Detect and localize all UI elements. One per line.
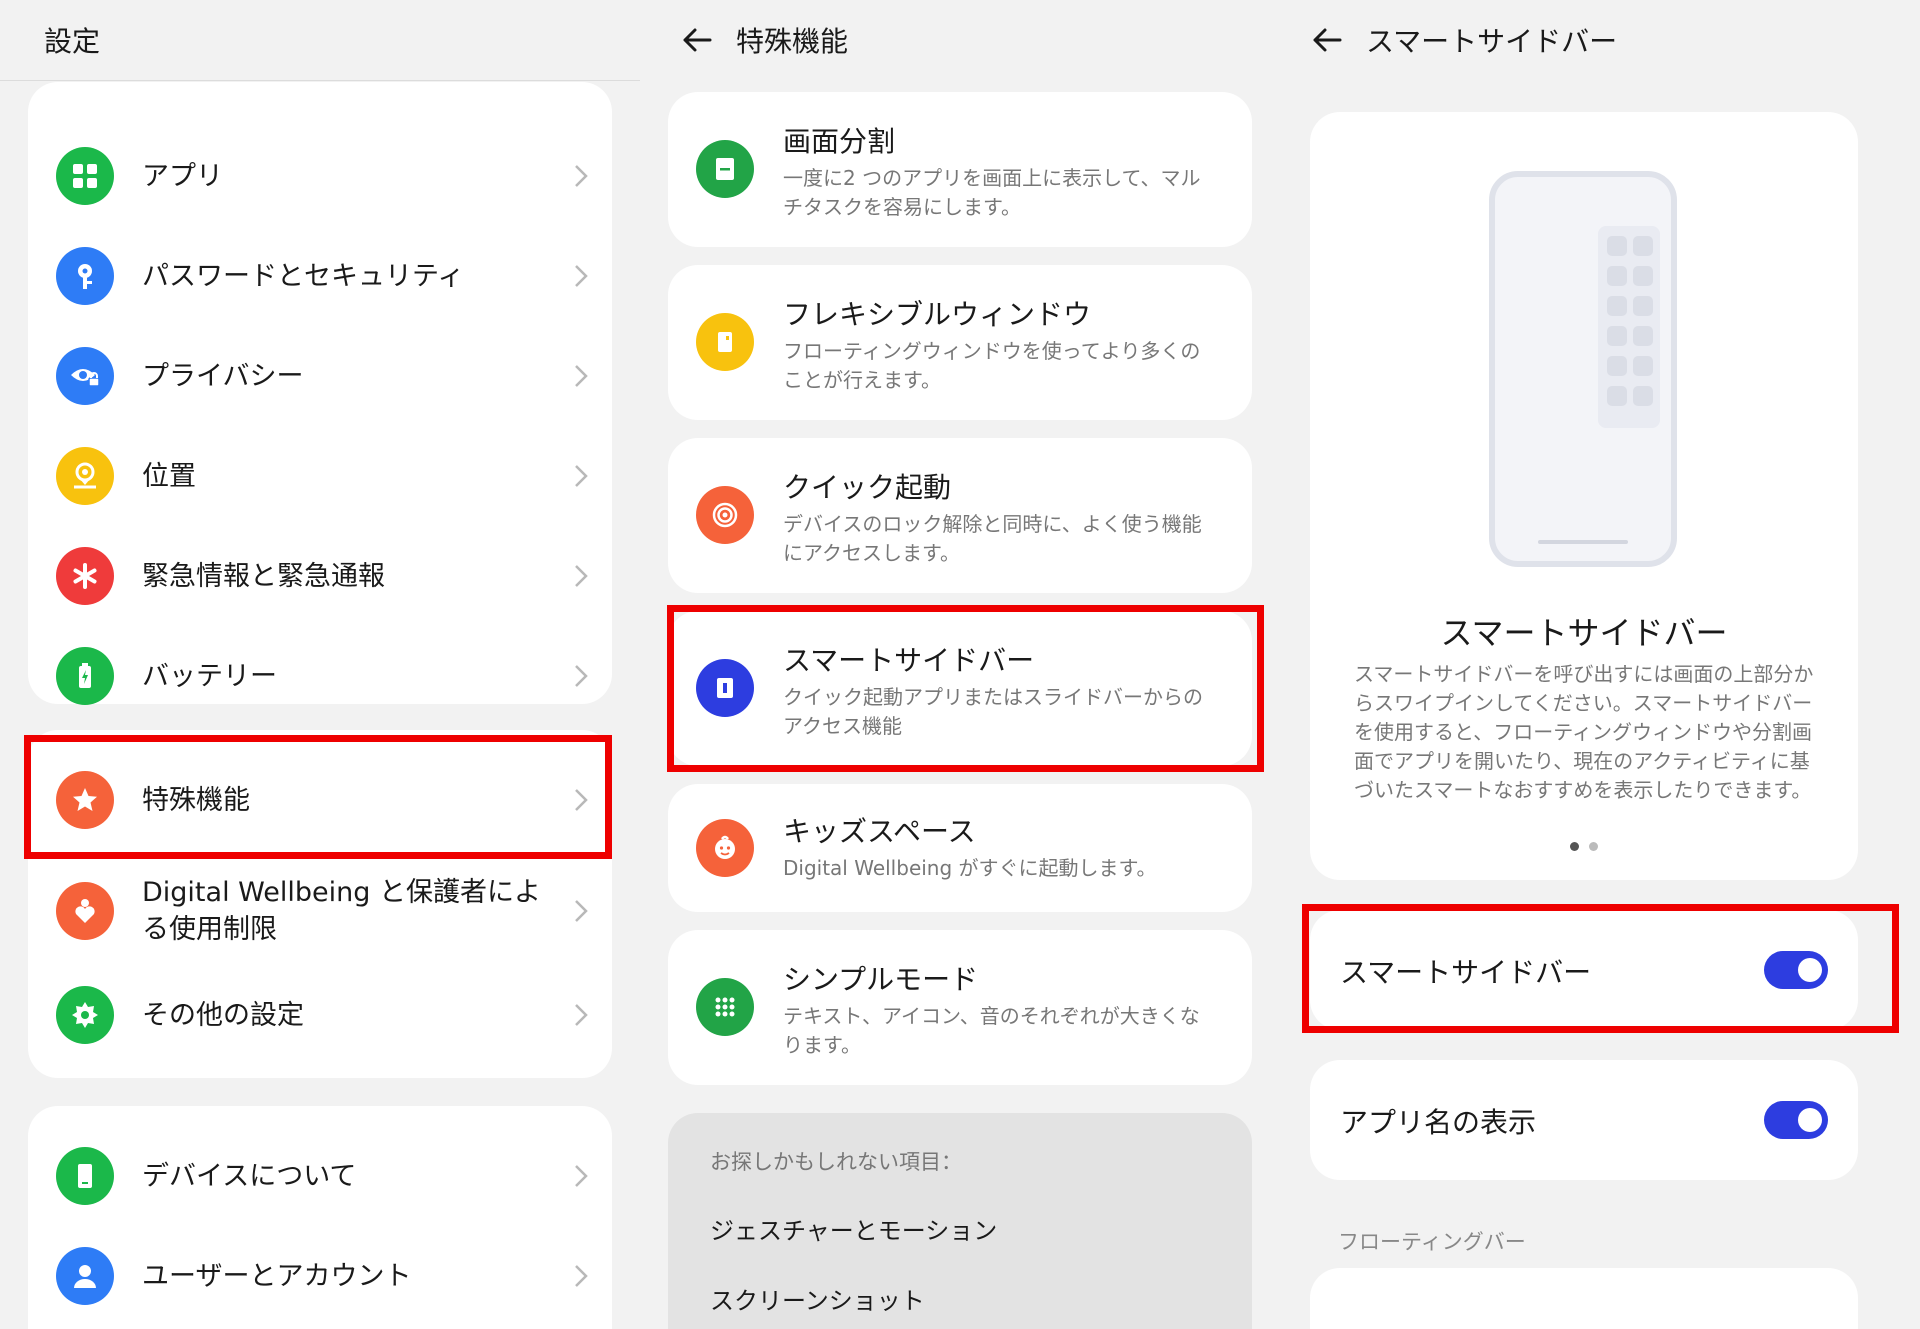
gear-icon <box>56 986 114 1044</box>
settings-header: 設定 <box>0 0 640 81</box>
settings-item-label: アプリ <box>142 160 223 192</box>
settings-item-label: Digital Wellbeing と保護者による使用制限 <box>142 877 541 945</box>
settings-group-main: アプリ パスワードとセキュリティ プライバシー 位置 緊急情報と緊急通報 バッテ… <box>28 82 612 705</box>
key-icon <box>56 247 114 305</box>
chevron-right-icon <box>575 565 588 587</box>
settings-item-label: デバイスについて <box>142 1160 357 1192</box>
chevron-right-icon <box>575 665 588 687</box>
chevron-right-icon <box>575 1265 588 1287</box>
settings-item-privacy[interactable]: プライバシー <box>28 326 612 426</box>
settings-panel: 設定 アプリ パスワードとセキュリティ プライバシー 位置 緊急情報と緊急通報 … <box>0 0 640 1329</box>
chevron-right-icon <box>575 1165 588 1187</box>
feature-description: デバイスのロック解除と同時に、よく使う機能にアクセスします。 <box>783 512 1202 565</box>
feature-description: 一度に2 つのアプリを画面上に表示して、マルチタスクを容易にします。 <box>783 166 1201 219</box>
split-screen-icon <box>696 140 754 198</box>
special-features-header: 特殊機能 <box>640 0 1280 80</box>
back-arrow-icon[interactable] <box>1310 23 1344 57</box>
settings-item-label: 緊急情報と緊急通報 <box>142 560 385 592</box>
settings-group-device: デバイスについて ユーザーとアカウント <box>28 1106 612 1329</box>
dots-grid-icon <box>696 978 754 1036</box>
feature-title: 画面分割 <box>783 125 896 158</box>
highlight-box-smart-sidebar <box>667 605 1264 772</box>
suggestions-heading: お探しかもしれない項目： <box>710 1150 962 1174</box>
chevron-right-icon <box>575 265 588 287</box>
hero-title: スマートサイドバー <box>1440 614 1728 652</box>
feature-description: テキスト、アイコン、音のそれぞれが大きくなります。 <box>783 1004 1200 1057</box>
settings-item-label: パスワードとセキュリティ <box>142 260 465 292</box>
settings-item-label: プライバシー <box>142 360 304 392</box>
phone-icon <box>56 1147 114 1205</box>
feature-description: フローティングウィンドウを使ってより多くのことが行えます。 <box>783 339 1201 392</box>
suggestions-card: お探しかもしれない項目： ジェスチャーとモーション スクリーンショット <box>668 1113 1252 1329</box>
feature-title: クイック起動 <box>783 471 952 504</box>
show-app-names-toggle-row[interactable]: アプリ名の表示 <box>1310 1060 1858 1180</box>
settings-item-password-security[interactable]: パスワードとセキュリティ <box>28 226 612 326</box>
feature-card-kids-space[interactable]: キッズスペース Digital Wellbeing がすぐに起動します。 <box>668 784 1252 912</box>
highlight-box-special-features <box>24 735 612 859</box>
flexible-window-icon <box>696 313 754 371</box>
chevron-right-icon <box>575 900 588 922</box>
kid-face-icon <box>696 819 754 877</box>
feature-title: フレキシブルウィンドウ <box>783 298 1092 331</box>
settings-item-other[interactable]: その他の設定 <box>28 965 612 1065</box>
settings-item-digital-wellbeing[interactable]: Digital Wellbeing と保護者による使用制限 <box>28 856 612 966</box>
page-title: 設定 <box>44 25 101 58</box>
chevron-right-icon <box>575 165 588 187</box>
asterisk-icon <box>56 547 114 605</box>
settings-item-label: その他の設定 <box>142 999 304 1031</box>
apps-grid-icon <box>56 147 114 205</box>
feature-card-quick-launch[interactable]: クイック起動 デバイスのロック解除と同時に、よく使う機能にアクセスします。 <box>668 438 1252 593</box>
page-indicator <box>1310 842 1858 851</box>
feature-card-simple-mode[interactable]: シンプルモード テキスト、アイコン、音のそれぞれが大きくなります。 <box>668 930 1252 1085</box>
section-label-floating-bar: フローティングバー <box>1338 1230 1526 1254</box>
show-app-names-toggle[interactable] <box>1764 1101 1828 1139</box>
settings-item-apps[interactable]: アプリ <box>28 126 612 226</box>
feature-description: Digital Wellbeing がすぐに起動します。 <box>783 856 1157 880</box>
settings-item-battery[interactable]: バッテリー <box>28 626 612 726</box>
special-features-panel: 特殊機能 画面分割 一度に2 つのアプリを画面上に表示して、マルチタスクを容易に… <box>640 0 1280 1329</box>
settings-item-label: バッテリー <box>142 660 277 692</box>
back-arrow-icon[interactable] <box>680 23 714 57</box>
eye-lock-icon <box>56 347 114 405</box>
feature-title: シンプルモード <box>783 963 979 996</box>
suggestion-gestures[interactable]: ジェスチャーとモーション <box>710 1211 997 1246</box>
chevron-right-icon <box>575 1004 588 1026</box>
phone-sidebar-illustration-icon <box>1489 171 1677 567</box>
settings-item-label: ユーザーとアカウント <box>142 1260 412 1292</box>
settings-item-emergency[interactable]: 緊急情報と緊急通報 <box>28 526 612 626</box>
settings-item-users-accounts[interactable]: ユーザーとアカウント <box>28 1226 612 1326</box>
feature-card-flexible-window[interactable]: フレキシブルウィンドウ フローティングウィンドウを使ってより多くのことが行えます… <box>668 265 1252 420</box>
toggle-knob <box>1798 1108 1822 1132</box>
user-icon <box>56 1247 114 1305</box>
smart-sidebar-intro-card: スマートサイドバー スマートサイドバーを呼び出すには画面の上部分からスワイプイン… <box>1310 112 1858 880</box>
feature-card-split-screen[interactable]: 画面分割 一度に2 つのアプリを画面上に表示して、マルチタスクを容易にします。 <box>668 92 1252 247</box>
page-dot-active <box>1570 842 1579 851</box>
fingerprint-target-icon <box>696 486 754 544</box>
feature-title: キッズスペース <box>783 815 976 848</box>
settings-item-about-device[interactable]: デバイスについて <box>28 1126 612 1226</box>
settings-item-location[interactable]: 位置 <box>28 426 612 526</box>
location-pin-icon <box>56 447 114 505</box>
page-title: スマートサイドバー <box>1366 25 1618 58</box>
chevron-right-icon <box>575 365 588 387</box>
smart-sidebar-header: スマートサイドバー <box>1280 0 1920 80</box>
page-title: 特殊機能 <box>736 25 849 58</box>
settings-item-label: 位置 <box>142 460 196 492</box>
heart-person-icon <box>56 882 114 940</box>
chevron-right-icon <box>575 465 588 487</box>
hero-description: スマートサイドバーを呼び出すには画面の上部分からスワイプインしてください。スマー… <box>1354 662 1814 802</box>
battery-icon <box>56 647 114 705</box>
toggle-label: アプリ名の表示 <box>1340 1106 1537 1139</box>
smart-sidebar-panel: スマートサイドバー スマートサイドバー スマートサイドバーを呼び出すには画面の上… <box>1280 0 1920 1329</box>
suggestion-screenshot[interactable]: スクリーンショット <box>710 1281 925 1316</box>
page-dot <box>1589 842 1598 851</box>
floating-bar-card[interactable] <box>1310 1268 1858 1329</box>
highlight-box-smart-sidebar-toggle <box>1302 904 1899 1033</box>
